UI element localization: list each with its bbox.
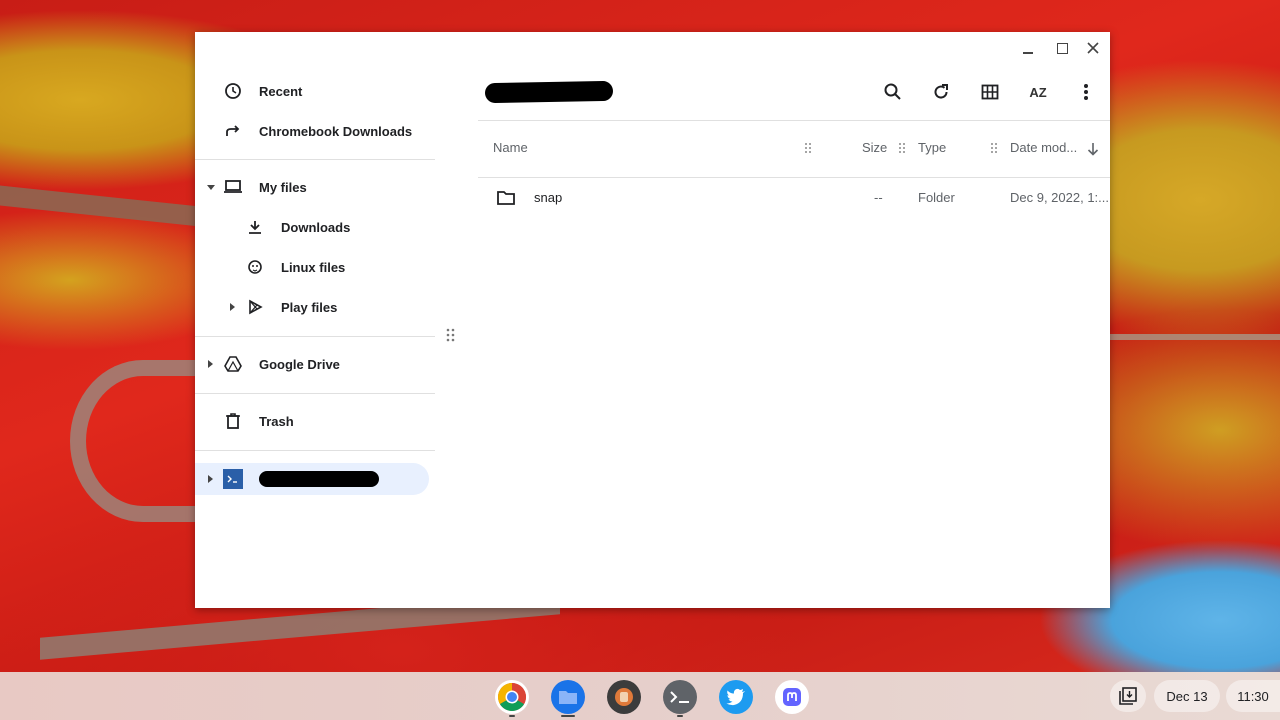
date-tray[interactable]: Dec 13 <box>1154 680 1220 712</box>
breadcrumb[interactable] <box>484 80 614 104</box>
holding-space-icon <box>1119 687 1137 705</box>
sidebar-item-label: Recent <box>259 83 303 99</box>
refresh-icon <box>934 84 948 99</box>
file-type: Folder <box>918 190 955 205</box>
files-icon <box>559 691 577 704</box>
sidebar-item-trash[interactable]: Trash <box>195 405 435 437</box>
time-tray[interactable]: 11:30 <box>1226 680 1280 712</box>
files-app[interactable] <box>551 680 585 714</box>
holding-space-button[interactable] <box>1110 680 1146 712</box>
mastodon-icon <box>783 688 801 706</box>
close-button[interactable] <box>1081 38 1105 58</box>
sidebar-item-play-files[interactable]: Play files <box>195 291 435 323</box>
sort-az-icon: AZ <box>1029 84 1047 100</box>
clock-icon <box>223 81 243 101</box>
sidebar-item-recent[interactable]: Recent <box>195 75 435 107</box>
sort-descending-icon[interactable] <box>1087 142 1099 156</box>
minimize-button[interactable] <box>1016 38 1040 58</box>
file-name: snap <box>534 190 563 205</box>
pinned-app[interactable] <box>607 680 641 714</box>
play-store-icon <box>245 297 265 317</box>
sidebar-divider <box>195 450 435 451</box>
sidebar-item-my-files[interactable]: My files <box>195 171 435 203</box>
chevron-right-icon[interactable] <box>208 360 213 368</box>
file-date-modified: Dec 9, 2022, 1:... <box>1010 190 1110 205</box>
app-active-indicator <box>561 715 575 717</box>
files-app-window: Recent Chromebook Downloads My files Dow… <box>195 32 1110 608</box>
sidebar-item-label: Trash <box>259 413 294 429</box>
sidebar-item-google-drive[interactable]: Google Drive <box>195 348 435 380</box>
toolbar-divider <box>478 120 1110 121</box>
chrome-icon <box>498 683 526 711</box>
terminal-app[interactable] <box>663 680 697 714</box>
sidebar-item-label: Play files <box>281 299 338 315</box>
app-icon <box>615 688 633 706</box>
chevron-right-icon[interactable] <box>230 303 235 311</box>
minimize-icon <box>1023 52 1033 54</box>
chrome-app[interactable] <box>495 680 529 714</box>
file-size: -- <box>874 190 883 205</box>
sidebar-item-chromebook-downloads[interactable]: Chromebook Downloads <box>195 115 435 147</box>
maximize-button[interactable] <box>1050 38 1074 58</box>
column-header-date-modified[interactable]: Date mod... <box>1010 140 1077 155</box>
close-icon <box>1087 42 1099 54</box>
linux-penguin-icon <box>245 257 265 277</box>
twitter-icon <box>726 688 745 706</box>
column-header-size[interactable]: Size <box>862 140 887 155</box>
grid-view-button[interactable] <box>978 80 1002 104</box>
terminal-icon <box>223 469 243 489</box>
app-running-indicator <box>677 715 683 717</box>
column-header-type[interactable]: Type <box>918 140 946 155</box>
column-resize-handle[interactable] <box>898 142 906 154</box>
column-resize-handle[interactable] <box>990 142 998 154</box>
chevron-down-icon[interactable] <box>207 185 215 190</box>
mastodon-app[interactable] <box>775 680 809 714</box>
header-divider <box>478 177 1110 178</box>
sidebar-item-label: My files <box>259 179 307 195</box>
more-options-button[interactable] <box>1074 80 1098 104</box>
sidebar-divider <box>195 336 435 337</box>
google-drive-icon <box>223 354 243 374</box>
more-vert-icon <box>1084 84 1088 100</box>
trash-icon <box>223 411 243 431</box>
sidebar-divider <box>195 393 435 394</box>
grid-view-icon <box>981 84 999 100</box>
sidebar-item-label: Linux files <box>281 259 346 275</box>
navigation-sidebar: Recent Chromebook Downloads My files Dow… <box>195 72 435 602</box>
download-icon <box>245 217 265 237</box>
redacted-label <box>259 471 379 487</box>
sidebar-item-label: Downloads <box>281 219 351 235</box>
column-header-name[interactable]: Name <box>493 140 528 155</box>
laptop-icon <box>223 177 243 197</box>
chevron-right-icon[interactable] <box>208 475 213 483</box>
sort-button[interactable]: AZ <box>1026 80 1050 104</box>
folder-icon <box>497 191 515 205</box>
search-button[interactable] <box>881 80 905 104</box>
sidebar-item-label: Google Drive <box>259 356 340 372</box>
sidebar-item-linux-container[interactable] <box>195 463 429 495</box>
shortcut-arrow-icon <box>223 121 243 141</box>
twitter-app[interactable] <box>719 680 753 714</box>
column-resize-handle[interactable] <box>804 142 812 154</box>
sidebar-resize-handle[interactable] <box>446 328 456 342</box>
sidebar-item-linux-files[interactable]: Linux files <box>195 251 435 283</box>
maximize-icon <box>1056 42 1068 54</box>
app-running-indicator <box>509 715 515 717</box>
sidebar-item-label: Chromebook Downloads <box>259 123 413 139</box>
terminal-icon <box>670 691 689 703</box>
search-icon <box>884 83 901 100</box>
sidebar-divider <box>195 159 435 160</box>
wallpaper-boardwalk <box>0 185 200 227</box>
sidebar-item-downloads[interactable]: Downloads <box>195 211 435 243</box>
refresh-button[interactable] <box>929 80 953 104</box>
wallpaper-boardwalk <box>1110 334 1280 340</box>
